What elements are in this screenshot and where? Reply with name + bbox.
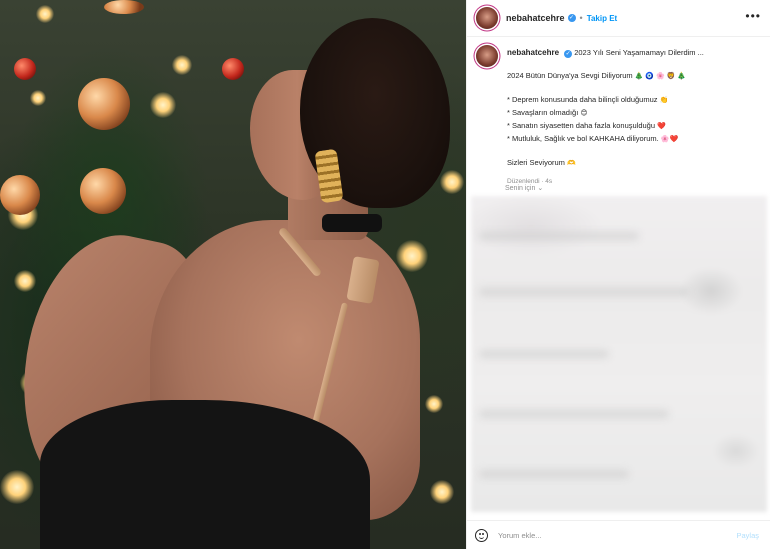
caption-avatar[interactable]: [476, 45, 498, 67]
edited-timestamp: Düzenlendi · 4s: [507, 178, 553, 185]
caption-closing: Sizleri Seviyorum 🫶: [507, 157, 761, 170]
bullet-text: * Deprem konusunda daha bilinçli olduğum…: [507, 95, 658, 104]
tree-light: [30, 90, 46, 106]
tree-light: [36, 5, 54, 23]
blurred-comment: [479, 410, 669, 418]
blurred-comment: [479, 232, 639, 240]
ornament-ball-red: [14, 58, 36, 80]
blurred-comment: [479, 350, 609, 358]
username[interactable]: nebahatcehre: [506, 13, 565, 23]
post-comment-button[interactable]: Paylaş: [736, 531, 759, 540]
comment-bar: Paylaş: [467, 520, 770, 550]
heart-emoji: ❤️: [657, 123, 666, 130]
verified-badge-icon: ✓: [564, 50, 573, 58]
caption-bullet: * Mutluluk, Sağlık ve bol KAHKAHA diliyo…: [507, 133, 761, 146]
halter-collar: [322, 214, 382, 232]
bullet-text: * Sanatın siyasetten daha fazla konuşuld…: [507, 121, 656, 130]
ornament-ball: [104, 0, 144, 14]
caption-username[interactable]: nebahatcehre: [507, 48, 559, 57]
tree-light: [150, 92, 176, 118]
caption-title: 2023 Yılı Seni Yaşamamayı Dilerdim ...: [574, 48, 704, 57]
separator-dot: •: [579, 13, 583, 23]
tree-light: [430, 480, 454, 504]
emoji-picker-icon[interactable]: [475, 529, 488, 542]
post-photo[interactable]: [0, 0, 466, 549]
smile-emoji: 😊: [580, 110, 588, 117]
comment-input[interactable]: [498, 531, 718, 540]
tree-light: [172, 55, 192, 75]
ornament-ball: [0, 175, 40, 215]
more-horizontal-icon[interactable]: •••: [745, 9, 761, 23]
caption-bullet: * Savaşların olmadığı 😊: [507, 107, 761, 120]
emoji-group: 🎄 🧿 🌸 🦁 🎄: [634, 73, 687, 80]
caption-text: 2024 Bütün Dünya'ya Sevgi Diliyorum: [507, 71, 633, 80]
follow-button[interactable]: Takip Et: [587, 14, 618, 23]
bullet-text: * Mutluluk, Sağlık ve bol KAHKAHA diliyo…: [507, 134, 659, 143]
verified-badge-icon: ✓: [567, 14, 576, 22]
caption-bullet: * Deprem konusunda daha bilinçli olduğum…: [507, 94, 761, 107]
tree-light: [0, 470, 34, 504]
hands-heart-emoji: 🫶: [567, 160, 576, 167]
bullet-text: * Savaşların olmadığı: [507, 108, 579, 117]
caption-line: 2024 Bütün Dünya'ya Sevgi Diliyorum 🎄 🧿 …: [507, 70, 761, 83]
tree-light: [440, 170, 464, 194]
ornament-ball: [78, 78, 130, 130]
tree-light: [396, 240, 428, 272]
tree-light: [425, 395, 443, 413]
post-side-panel: nebahatcehre ✓ • Takip Et ••• nebahatceh…: [466, 0, 770, 549]
for-you-toggle[interactable]: Senin için ⌄: [505, 184, 543, 192]
post-header: nebahatcehre ✓ • Takip Et •••: [467, 0, 770, 37]
chevron-down-icon: ⌄: [537, 185, 544, 192]
blurred-comment: [479, 288, 689, 296]
clap-emoji: 👏: [659, 97, 669, 104]
caption-body: nebahatcehre ✓ 2023 Yılı Seni Yaşamamayı…: [507, 47, 761, 188]
ornament-ball: [80, 168, 126, 214]
black-dress: [40, 400, 370, 549]
tree-light: [14, 270, 36, 292]
caption-first-line: nebahatcehre ✓ 2023 Yılı Seni Yaşamamayı…: [507, 47, 761, 59]
closing-text: Sizleri Seviyorum: [507, 158, 565, 167]
blurred-comment: [479, 470, 629, 478]
avatar[interactable]: [476, 7, 498, 29]
flower-heart-emoji: 🌸❤️: [660, 136, 679, 143]
ornament-ball-red: [222, 58, 244, 80]
for-you-label: Senin için: [505, 185, 536, 192]
caption-bullet: * Sanatın siyasetten daha fazla konuşuld…: [507, 120, 761, 133]
